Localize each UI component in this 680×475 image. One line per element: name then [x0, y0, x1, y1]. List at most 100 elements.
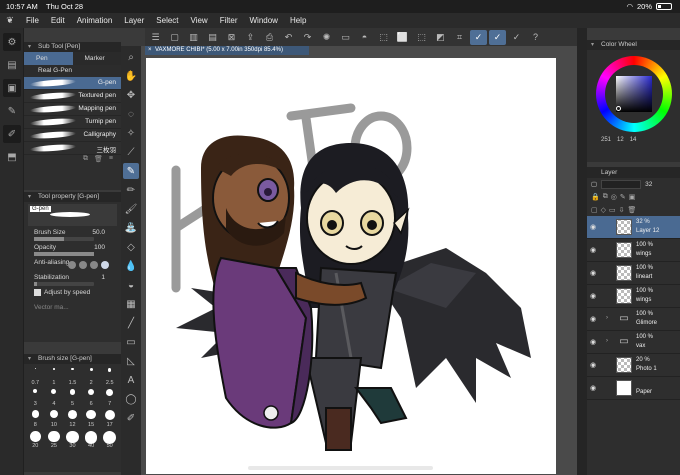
magic-wand-icon[interactable]: ✧	[123, 125, 139, 141]
tab-marker[interactable]: Marker	[73, 52, 122, 65]
layer-row[interactable]: ◉ › ▭ 100 % vax	[587, 331, 680, 354]
brush-size-option[interactable]: 10	[45, 409, 64, 428]
brush-size-option[interactable]: 0.7	[26, 367, 45, 386]
brush-item[interactable]: Turnip pen	[24, 116, 121, 129]
color-picker-marker[interactable]	[615, 106, 621, 111]
layer-row[interactable]: ◉ › ▭ 100 % Glimore	[587, 308, 680, 331]
lock-icon[interactable]: 🔒	[591, 193, 600, 201]
hamburger-icon[interactable]: ☰	[147, 30, 164, 45]
menu-help[interactable]: Help	[284, 16, 312, 25]
eye-icon[interactable]: ◉	[590, 384, 596, 392]
expand-icon[interactable]: ›	[606, 338, 608, 344]
adjust-speed-checkbox[interactable]	[34, 289, 41, 296]
antialias-options[interactable]	[68, 261, 109, 269]
layer-row[interactable]: ◉ Paper	[587, 377, 680, 400]
brush-item[interactable]: 三枚羽	[24, 142, 121, 155]
menu-file[interactable]: File	[20, 16, 45, 25]
material-icon[interactable]: ⬒	[3, 148, 21, 166]
line-icon[interactable]: ╱	[123, 315, 139, 331]
eye-icon[interactable]: ◉	[590, 223, 596, 231]
document-tab[interactable]: VAXMORE CHIBI* (5.00 x 7.00in 350dpi 85.…	[145, 46, 309, 55]
clear-icon[interactable]: ▭	[337, 30, 354, 45]
layer-row[interactable]: ◉ 20 % Photo 1	[587, 354, 680, 377]
ruler-icon[interactable]: ◺	[123, 353, 139, 369]
menu-icon[interactable]: ≡	[109, 155, 113, 165]
brush-size-option[interactable]: 50	[100, 430, 119, 449]
brush-icon[interactable]: 🖌	[123, 201, 139, 217]
brush-size-option[interactable]: 25	[45, 430, 64, 449]
brush-size-option[interactable]: 8	[26, 409, 45, 428]
help-icon[interactable]: ?	[527, 30, 544, 45]
undo-icon[interactable]: ↶	[280, 30, 297, 45]
vector-row[interactable]: Vector ma...	[24, 303, 121, 318]
special-ruler-icon[interactable]: ✓	[489, 29, 506, 45]
new-raster-icon[interactable]: ▢	[591, 206, 598, 214]
brush-group-label[interactable]: Real G-Pen	[24, 65, 121, 77]
brush-size-row[interactable]: Brush Size 50.0	[24, 228, 121, 243]
panel-icon[interactable]: ▣	[3, 79, 21, 97]
layer-row[interactable]: ◉ 100 % wings	[587, 285, 680, 308]
file-icon[interactable]: ▤	[3, 56, 21, 74]
menu-edit[interactable]: Edit	[45, 16, 71, 25]
redo-icon[interactable]: ↷	[299, 30, 316, 45]
print-icon[interactable]: ⎙	[261, 30, 278, 45]
tab-pen[interactable]: Pen	[24, 52, 73, 65]
new-folder-icon[interactable]: ▭	[609, 206, 616, 214]
brush-size-option[interactable]: 40	[82, 430, 101, 449]
saturation-value-square[interactable]	[615, 76, 652, 112]
menu-window[interactable]: Window	[244, 16, 284, 25]
loading-icon[interactable]: ✺	[318, 30, 335, 45]
transform-icon[interactable]: ⬚	[375, 30, 392, 45]
brush-size-option[interactable]: 6	[82, 388, 101, 407]
fill-icon[interactable]: ◓	[356, 30, 373, 45]
brush-size-option[interactable]: 5	[63, 388, 82, 407]
brush-size-option[interactable]: 4	[45, 388, 64, 407]
close-icon[interactable]: ⊠	[223, 30, 240, 45]
brush-item[interactable]: Mapping pen	[24, 103, 121, 116]
select-all-icon[interactable]: ⬜	[394, 30, 411, 45]
deselect-icon[interactable]: ⬚	[413, 30, 430, 45]
tool-group-icon[interactable]: ✎	[3, 102, 21, 120]
eye-icon[interactable]: ◉	[590, 338, 596, 346]
opacity-row[interactable]: Opacity 100	[24, 243, 121, 258]
stabilization-row[interactable]: Stabilization 1	[24, 273, 121, 288]
brush-size-option[interactable]: 2	[82, 367, 101, 386]
antialias-row[interactable]: Anti-aliasing	[24, 258, 121, 273]
delete-layer-icon[interactable]: 🗑	[628, 206, 637, 214]
brush-size-option[interactable]: 1	[45, 367, 64, 386]
eyedropper-icon[interactable]: ⟋	[123, 144, 139, 160]
eye-icon[interactable]: ◉	[590, 292, 596, 300]
zoom-icon[interactable]: ⌕	[123, 49, 139, 65]
open-file-icon[interactable]: ▥	[185, 30, 202, 45]
brush-size-option[interactable]: 30	[63, 430, 82, 449]
pencil-icon[interactable]: ✏	[123, 182, 139, 198]
hand-icon[interactable]: ✋	[123, 68, 139, 84]
eye-icon[interactable]: ◉	[590, 246, 596, 254]
lasso-icon[interactable]: ◌	[123, 106, 139, 122]
text-icon[interactable]: A	[123, 372, 139, 388]
brush-size-option[interactable]: 2.5	[100, 367, 119, 386]
brush-size-option[interactable]: 17	[100, 409, 119, 428]
eraser-icon[interactable]: ◇	[123, 239, 139, 255]
new-vector-icon[interactable]: ◇	[601, 206, 606, 214]
export-icon[interactable]: ⇪	[242, 30, 259, 45]
new-file-icon[interactable]: ▢	[166, 30, 183, 45]
brush-size-slider[interactable]	[34, 237, 94, 241]
color-wheel[interactable]	[595, 56, 672, 132]
menu-animation[interactable]: Animation	[71, 16, 119, 25]
menu-select[interactable]: Select	[150, 16, 184, 25]
gradient-icon[interactable]: ▦	[123, 296, 139, 312]
brush-size-option[interactable]: 1.5	[63, 367, 82, 386]
mask-icon[interactable]: ▣	[629, 193, 636, 201]
layer-row[interactable]: ◉ 100 % wings	[587, 239, 680, 262]
grid-snap-icon[interactable]: ✓	[508, 30, 525, 45]
reference-icon[interactable]: ◎	[611, 193, 617, 201]
brush-size-option[interactable]: 7	[100, 388, 119, 407]
frame-icon[interactable]: ▭	[123, 334, 139, 350]
correct-line-icon[interactable]: ✐	[123, 410, 139, 426]
expand-icon[interactable]: ›	[606, 315, 608, 321]
delete-icon[interactable]: 🗑	[94, 155, 103, 165]
fill-bucket-icon[interactable]: ◒	[123, 277, 139, 293]
brush-size-option[interactable]: 3	[26, 388, 45, 407]
crop-icon[interactable]: ⌗	[451, 30, 468, 45]
